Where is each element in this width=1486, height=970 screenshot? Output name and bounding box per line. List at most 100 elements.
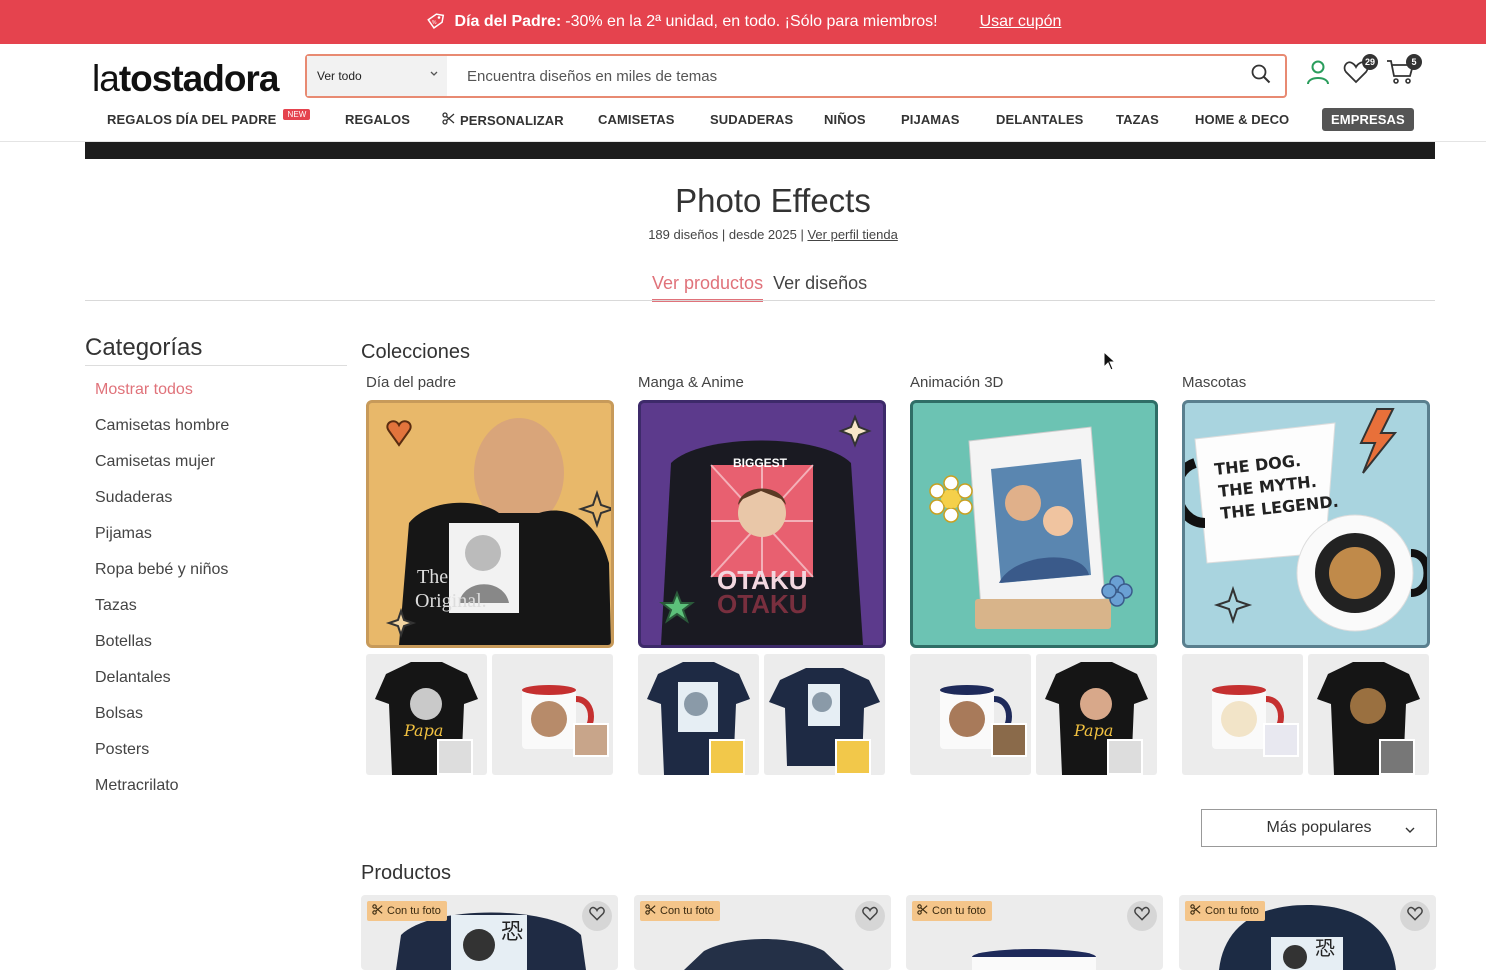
nav-item-label: CAMISETAS bbox=[598, 112, 675, 127]
nav-item-label: DELANTALES bbox=[996, 112, 1084, 127]
sort-value: Más populares bbox=[1266, 819, 1372, 836]
store-banner bbox=[85, 142, 1435, 159]
collection-thumb[interactable] bbox=[1182, 654, 1303, 775]
heart-icon bbox=[1407, 906, 1423, 926]
search-button[interactable] bbox=[1237, 56, 1285, 96]
view-store-profile-link[interactable]: Ver perfil tienda bbox=[807, 227, 897, 242]
store-meta-text: 189 diseños | desde 2025 | bbox=[648, 227, 804, 242]
collection-image[interactable]: BIGGEST OTAKU OTAKU bbox=[638, 400, 886, 648]
category-item-camisetas-hombre[interactable]: Camisetas hombre bbox=[85, 408, 347, 444]
collection-thumb[interactable] bbox=[638, 654, 759, 775]
collection-image[interactable] bbox=[910, 400, 1158, 648]
category-item-sudaderas[interactable]: Sudaderas bbox=[85, 480, 347, 516]
use-coupon-link[interactable]: Usar cupón bbox=[980, 13, 1062, 31]
nav-item-ninos[interactable]: NIÑOS bbox=[824, 112, 866, 127]
nav-item-regalos[interactable]: REGALOS bbox=[345, 112, 410, 127]
collection-card-mascotas[interactable]: Mascotas THE DOG. THE MYTH. THE LEGEND. bbox=[1182, 374, 1430, 775]
collection-thumb[interactable]: Papa bbox=[1036, 654, 1157, 775]
logo-prefix: la bbox=[92, 58, 120, 99]
collection-card-manga-anime[interactable]: Manga & Anime BIGGEST OTAKU OTAKU bbox=[638, 374, 886, 775]
tshirt-image: Papa bbox=[375, 662, 478, 775]
collection-card-animacion-3d[interactable]: Animación 3D Papa bbox=[910, 374, 1158, 775]
search-icon bbox=[1251, 64, 1271, 89]
category-item-tazas[interactable]: Tazas bbox=[85, 588, 347, 624]
store-tabs: Ver productos Ver diseños bbox=[652, 273, 867, 302]
search-category-value: Ver todo bbox=[317, 69, 362, 83]
scissors-icon bbox=[372, 904, 383, 918]
with-photo-badge: Con tu foto bbox=[912, 901, 992, 921]
product-card[interactable]: Con tu foto bbox=[634, 895, 891, 970]
category-item-metracrilato[interactable]: Metracrilato bbox=[85, 768, 347, 804]
category-item-bolsas[interactable]: Bolsas bbox=[85, 696, 347, 732]
add-to-wishlist-button[interactable] bbox=[582, 901, 612, 931]
nav-item-label: EMPRESAS bbox=[1331, 112, 1405, 127]
collection-card-dia-del-padre[interactable]: Día del padre The Original. Papa bbox=[366, 374, 614, 775]
nav-item-camisetas[interactable]: CAMISETAS bbox=[598, 112, 675, 127]
tag-icon: % bbox=[425, 12, 445, 32]
nav-item-sudaderas[interactable]: SUDADERAS bbox=[710, 112, 793, 127]
nav-item-label: SUDADERAS bbox=[710, 112, 794, 127]
promo-title: Día del Padre: bbox=[454, 13, 562, 30]
collection-thumb[interactable] bbox=[492, 654, 613, 775]
svg-text:BIGGEST: BIGGEST bbox=[733, 456, 788, 470]
mug-image bbox=[522, 685, 609, 757]
category-item-mostrar-todos[interactable]: Mostrar todos bbox=[85, 372, 347, 408]
search-input[interactable] bbox=[447, 56, 1237, 96]
nav-item-regalos-dia-del-padre[interactable]: REGALOS DÍA DEL PADRE NEW bbox=[107, 109, 311, 127]
collection-thumb[interactable]: Papa bbox=[366, 654, 487, 775]
svg-text:The: The bbox=[417, 566, 448, 588]
sidebar-title: Categorías bbox=[85, 334, 347, 366]
collection-image[interactable]: THE DOG. THE MYTH. THE LEGEND. bbox=[1182, 400, 1430, 648]
collection-thumb[interactable] bbox=[764, 654, 885, 775]
category-item-delantales[interactable]: Delantales bbox=[85, 660, 347, 696]
add-to-wishlist-button[interactable] bbox=[1400, 901, 1430, 931]
with-photo-badge: Con tu foto bbox=[367, 901, 447, 921]
tab-ver-disenos[interactable]: Ver diseños bbox=[773, 273, 867, 302]
nav-item-home-deco[interactable]: HOME & DECO bbox=[1195, 112, 1289, 127]
collection-thumb[interactable] bbox=[1308, 654, 1429, 775]
account-button[interactable] bbox=[1302, 58, 1334, 90]
category-item-botellas[interactable]: Botellas bbox=[85, 624, 347, 660]
nav-item-empresas[interactable]: EMPRESAS bbox=[1322, 108, 1414, 131]
category-item-ropa-bebe-ninos[interactable]: Ropa bebé y niños bbox=[85, 552, 347, 588]
scissors-icon bbox=[645, 904, 656, 918]
nav-item-label: PERSONALIZAR bbox=[460, 112, 564, 128]
badge-label: Con tu foto bbox=[387, 905, 441, 917]
badge-label: Con tu foto bbox=[660, 905, 714, 917]
wishlist-button[interactable]: 29 bbox=[1340, 54, 1378, 90]
heart-icon bbox=[589, 906, 605, 926]
cart-count-badge: 5 bbox=[1406, 54, 1422, 70]
add-to-wishlist-button[interactable] bbox=[1127, 901, 1157, 931]
site-logo[interactable]: latostadora bbox=[92, 58, 279, 100]
tshirt-image bbox=[647, 662, 750, 775]
scissors-icon bbox=[1190, 904, 1201, 918]
wishlist-count-badge: 29 bbox=[1361, 54, 1378, 70]
product-card[interactable]: 恐 Con tu foto bbox=[361, 895, 618, 970]
nav-item-label: NIÑOS bbox=[824, 112, 866, 127]
tab-ver-productos[interactable]: Ver productos bbox=[652, 273, 764, 302]
nav-item-pijamas[interactable]: PIJAMAS bbox=[901, 112, 960, 127]
product-card[interactable]: 恐 Con tu foto bbox=[1179, 895, 1436, 970]
svg-text:Papa: Papa bbox=[1073, 721, 1113, 740]
category-item-camisetas-mujer[interactable]: Camisetas mujer bbox=[85, 444, 347, 480]
nav-item-personalizar[interactable]: PERSONALIZAR bbox=[442, 112, 564, 128]
svg-text:OTAKU: OTAKU bbox=[717, 589, 808, 619]
add-to-wishlist-button[interactable] bbox=[855, 901, 885, 931]
collection-thumb[interactable] bbox=[910, 654, 1031, 775]
cart-button[interactable]: 5 bbox=[1384, 54, 1422, 90]
nav-item-tazas[interactable]: TAZAS bbox=[1116, 112, 1159, 127]
mug-image bbox=[940, 685, 1027, 757]
collection-name: Mascotas bbox=[1182, 374, 1247, 391]
nav-item-delantales[interactable]: DELANTALES bbox=[996, 112, 1083, 127]
search-category-select[interactable]: Ver todo bbox=[307, 56, 447, 96]
product-card[interactable]: Con tu foto bbox=[906, 895, 1163, 970]
tabs-divider bbox=[85, 300, 1435, 301]
category-item-posters[interactable]: Posters bbox=[85, 732, 347, 768]
category-item-pijamas[interactable]: Pijamas bbox=[85, 516, 347, 552]
collection-artwork: THE DOG. THE MYTH. THE LEGEND. bbox=[1185, 408, 1427, 632]
main-nav: REGALOS DÍA DEL PADRE NEW REGALOS PERSONA… bbox=[0, 108, 1486, 138]
collection-artwork bbox=[929, 426, 1133, 629]
sort-select[interactable]: Más populares bbox=[1201, 809, 1437, 847]
scissors-icon bbox=[917, 904, 928, 918]
collection-image[interactable]: The Original. bbox=[366, 400, 614, 648]
